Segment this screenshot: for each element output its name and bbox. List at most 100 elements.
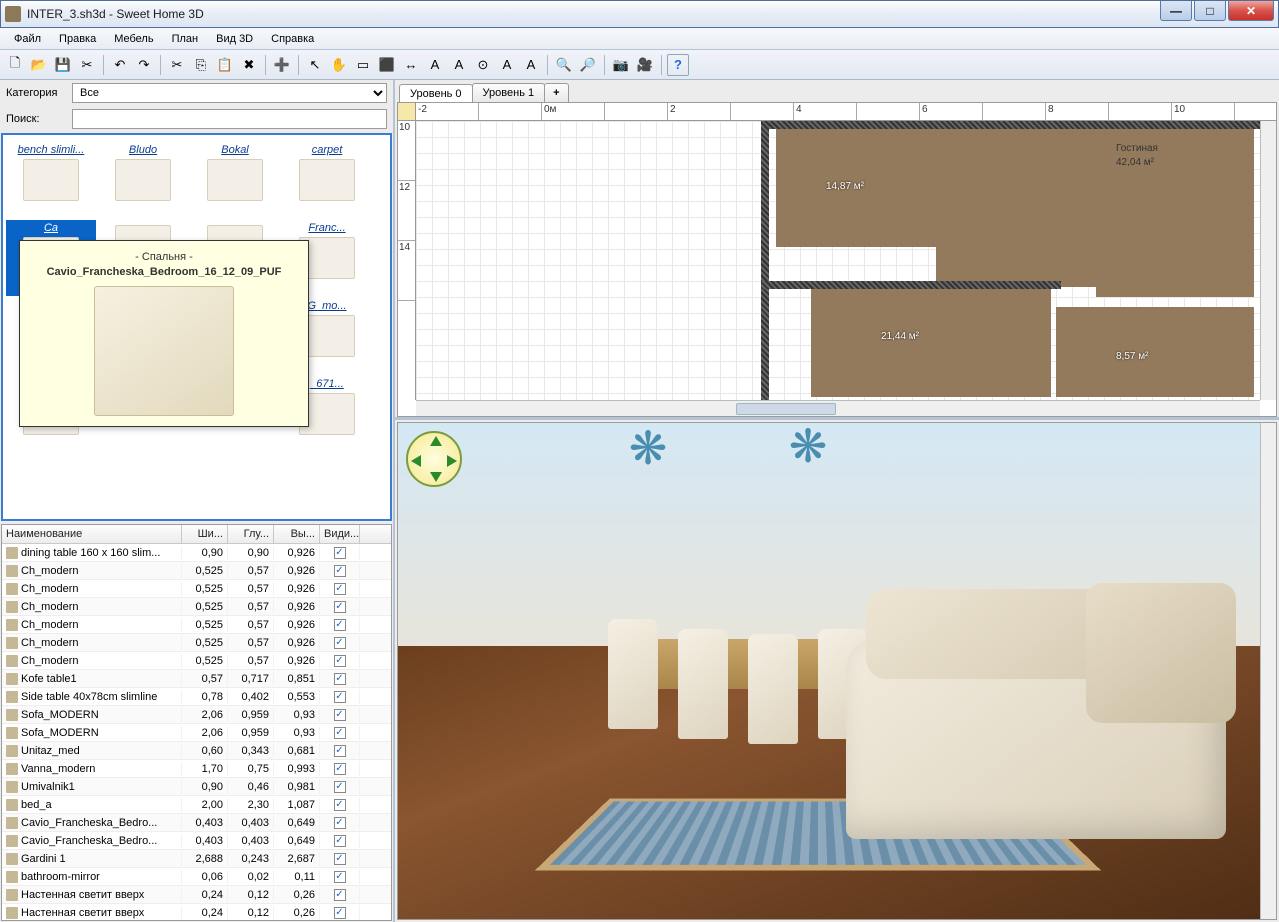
table-row[interactable]: Ch_modern0,5250,570,926✓ xyxy=(2,616,391,634)
col-height[interactable]: Вы... xyxy=(274,525,320,543)
close-button[interactable]: ✕ xyxy=(1228,1,1274,21)
select-icon[interactable]: ↖ xyxy=(304,54,326,76)
table-row[interactable]: Umivalnik10,900,460,981✓ xyxy=(2,778,391,796)
text-icon[interactable]: A xyxy=(424,54,446,76)
visible-checkbox[interactable]: ✓ xyxy=(334,763,346,775)
open-icon[interactable]: 📂 xyxy=(28,54,50,76)
col-visible[interactable]: Види... xyxy=(320,525,360,543)
tab-add[interactable]: + xyxy=(544,83,568,102)
table-row[interactable]: Kofe table10,570,7170,851✓ xyxy=(2,670,391,688)
nav-left-icon[interactable] xyxy=(411,455,421,467)
cut-icon[interactable]: ✂ xyxy=(166,54,188,76)
tab-level0[interactable]: Уровень 0 xyxy=(399,84,473,103)
pan-icon[interactable]: ✋ xyxy=(328,54,350,76)
nav-up-icon[interactable] xyxy=(430,436,442,446)
table-row[interactable]: Sofa_MODERN2,060,9590,93✓ xyxy=(2,724,391,742)
nav-right-icon[interactable] xyxy=(447,455,457,467)
room-icon[interactable]: ⬛ xyxy=(376,54,398,76)
search-input[interactable] xyxy=(72,109,387,129)
table-row[interactable]: Ch_modern0,5250,570,926✓ xyxy=(2,598,391,616)
table-row[interactable]: bathroom-mirror0,060,020,11✓ xyxy=(2,868,391,886)
visible-checkbox[interactable]: ✓ xyxy=(334,799,346,811)
col-width[interactable]: Ши... xyxy=(182,525,228,543)
menu-help[interactable]: Справка xyxy=(263,31,322,47)
table-row[interactable]: Ch_modern0,5250,570,926✓ xyxy=(2,652,391,670)
add-furniture-icon[interactable]: ➕ xyxy=(271,54,293,76)
visible-checkbox[interactable]: ✓ xyxy=(334,781,346,793)
table-row[interactable]: Gardini 12,6880,2432,687✓ xyxy=(2,850,391,868)
visible-checkbox[interactable]: ✓ xyxy=(334,601,346,613)
nav-compass[interactable] xyxy=(406,431,462,487)
visible-checkbox[interactable]: ✓ xyxy=(334,889,346,901)
table-row[interactable]: Unitaz_med0,600,3430,681✓ xyxy=(2,742,391,760)
wall-icon[interactable]: ▭ xyxy=(352,54,374,76)
visible-checkbox[interactable]: ✓ xyxy=(334,655,346,667)
photo-icon[interactable]: 📷 xyxy=(610,54,632,76)
maximize-button[interactable]: □ xyxy=(1194,1,1226,21)
catalog-item[interactable]: Bokal xyxy=(190,142,280,218)
visible-checkbox[interactable]: ✓ xyxy=(334,691,346,703)
plan-canvas[interactable]: -20м246810121416 101214 14,87 м² 21,44 м… xyxy=(397,102,1277,417)
redo-icon[interactable]: ↷ xyxy=(133,54,155,76)
table-row[interactable]: Cavio_Francheska_Bedro...0,4030,4030,649… xyxy=(2,814,391,832)
menu-edit[interactable]: Правка xyxy=(51,31,104,47)
floorplan[interactable]: 14,87 м² 21,44 м² 8,57 м² Гостиная 42,04… xyxy=(416,121,1260,400)
table-row[interactable]: dining table 160 x 160 slim...0,900,900,… xyxy=(2,544,391,562)
delete-icon[interactable]: ✖ xyxy=(238,54,260,76)
rotate-icon[interactable]: A xyxy=(496,54,518,76)
furniture-catalog[interactable]: bench slimli...BludoBokalcarpetCaFranc..… xyxy=(1,133,392,521)
visible-checkbox[interactable]: ✓ xyxy=(334,637,346,649)
col-name[interactable]: Наименование xyxy=(2,525,182,543)
minimize-button[interactable]: — xyxy=(1160,1,1192,21)
menu-furniture[interactable]: Мебель xyxy=(106,31,161,47)
table-row[interactable]: Ch_modern0,5250,570,926✓ xyxy=(2,634,391,652)
table-row[interactable]: Sofa_MODERN2,060,9590,93✓ xyxy=(2,706,391,724)
help-icon[interactable]: ? xyxy=(667,54,689,76)
tab-level1[interactable]: Уровень 1 xyxy=(472,83,546,102)
table-row[interactable]: Cavio_Francheska_Bedro...0,4030,4030,649… xyxy=(2,832,391,850)
table-row[interactable]: Ch_modern0,5250,570,926✓ xyxy=(2,580,391,598)
category-select[interactable]: Все xyxy=(72,83,387,103)
dimension-icon[interactable]: ↔ xyxy=(400,54,422,76)
furniture-list[interactable]: Наименование Ши... Глу... Вы... Види... … xyxy=(1,524,392,921)
visible-checkbox[interactable]: ✓ xyxy=(334,583,346,595)
import-icon[interactable]: A xyxy=(520,54,542,76)
view-3d[interactable]: ❋ ❋ xyxy=(397,422,1277,920)
plan-scrollbar-v[interactable] xyxy=(1260,121,1276,400)
visible-checkbox[interactable]: ✓ xyxy=(334,673,346,685)
visible-checkbox[interactable]: ✓ xyxy=(334,871,346,883)
undo-icon[interactable]: ↶ xyxy=(109,54,131,76)
visible-checkbox[interactable]: ✓ xyxy=(334,853,346,865)
save-icon[interactable]: 💾 xyxy=(52,54,74,76)
new-icon[interactable]: 🗋 xyxy=(4,54,26,76)
nav-down-icon[interactable] xyxy=(430,472,442,482)
table-row[interactable]: bed_a2,002,301,087✓ xyxy=(2,796,391,814)
table-row[interactable]: Настенная светит вверх0,240,120,26✓ xyxy=(2,904,391,921)
table-row[interactable]: Side table 40x78cm slimline0,780,4020,55… xyxy=(2,688,391,706)
visible-checkbox[interactable]: ✓ xyxy=(334,817,346,829)
view3d-scrollbar-v[interactable] xyxy=(1260,423,1276,919)
visible-checkbox[interactable]: ✓ xyxy=(334,547,346,559)
prefs-icon[interactable]: ✂ xyxy=(76,54,98,76)
label-icon[interactable]: A xyxy=(448,54,470,76)
visible-checkbox[interactable]: ✓ xyxy=(334,835,346,847)
compass-icon[interactable]: ⊙ xyxy=(472,54,494,76)
catalog-item[interactable]: bench slimli... xyxy=(6,142,96,218)
copy-icon[interactable]: ⎘ xyxy=(190,54,212,76)
list-header[interactable]: Наименование Ши... Глу... Вы... Види... xyxy=(2,525,391,544)
plan-scrollbar-h[interactable] xyxy=(416,400,1260,416)
menu-plan[interactable]: План xyxy=(164,31,207,47)
video-icon[interactable]: 🎥 xyxy=(634,54,656,76)
paste-icon[interactable]: 📋 xyxy=(214,54,236,76)
zoom-out-icon[interactable]: 🔎 xyxy=(577,54,599,76)
table-row[interactable]: Vanna_modern1,700,750,993✓ xyxy=(2,760,391,778)
visible-checkbox[interactable]: ✓ xyxy=(334,619,346,631)
col-depth[interactable]: Глу... xyxy=(228,525,274,543)
catalog-item[interactable]: carpet xyxy=(282,142,372,218)
visible-checkbox[interactable]: ✓ xyxy=(334,709,346,721)
table-row[interactable]: Настенная светит вверх0,240,120,26✓ xyxy=(2,886,391,904)
menu-file[interactable]: Файл xyxy=(6,31,49,47)
menu-3d[interactable]: Вид 3D xyxy=(208,31,261,47)
zoom-in-icon[interactable]: 🔍 xyxy=(553,54,575,76)
visible-checkbox[interactable]: ✓ xyxy=(334,727,346,739)
